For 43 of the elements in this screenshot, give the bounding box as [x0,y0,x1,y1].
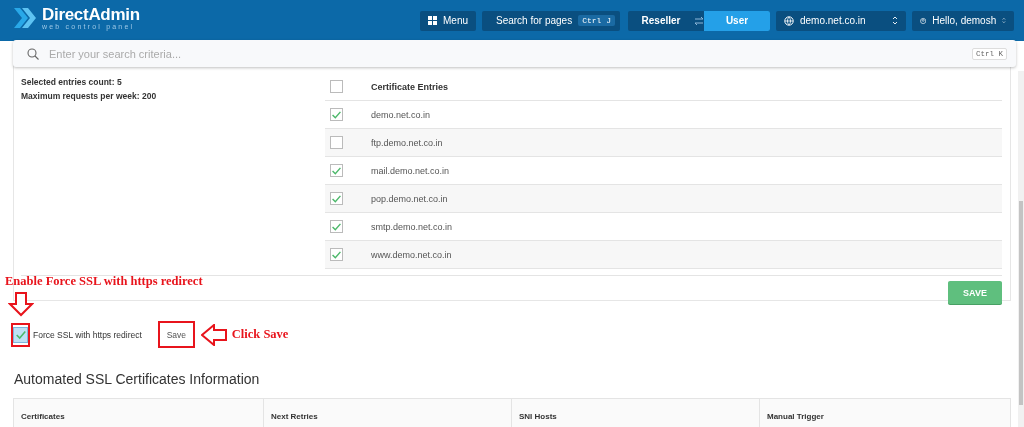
column-header: Certificates [20,411,66,423]
arrow-icon [8,292,34,317]
table-cell: smtp.demo.net.co.in [371,221,453,232]
globe-icon [784,15,794,26]
user-menu[interactable]: Hello, demosh [912,10,1014,31]
save-button[interactable]: Save [166,329,186,340]
column-header: Manual Trigger [759,399,1010,427]
search-field[interactable]: Enter your search criteria... [49,47,962,60]
annotation-text: Click Save [231,327,289,342]
sort-icon [892,16,898,25]
section-title: Automated SSL Certificates Information [14,371,261,387]
checkbox[interactable] [330,108,343,121]
column-header: Next Retries [263,399,511,427]
swap-icon [694,16,704,25]
table-cell: demo.net.co.in [371,109,431,120]
annotation-text: Enable Force SSL with https redirect [5,274,203,290]
menu-button[interactable]: Menu [420,10,476,31]
user-icon [920,15,927,26]
level-tab[interactable]: Reseller [628,10,694,31]
checkbox-label: Force SSL with https redirect [33,329,142,340]
checkbox[interactable] [330,164,343,177]
checkbox[interactable] [13,326,28,343]
logo-title: DirectAdmin [42,5,140,23]
table-cell: pop.demo.net.co.in [371,193,448,204]
checkbox[interactable] [330,136,343,149]
shortcut-hint: Ctrl J [578,15,615,26]
column-header: SNI Hosts [511,399,759,427]
table-cell: ftp.demo.net.co.in [371,137,443,148]
checkbox[interactable] [330,248,343,261]
table-cell: www.demo.net.co.in [371,249,452,260]
arrow-icon [200,323,227,346]
page-search-button[interactable]: Search for pages Ctrl J [482,10,620,31]
info-text: Selected entries count: 5 [21,76,123,89]
domain-select[interactable]: demo.net.co.in [776,10,906,31]
info-text: Maximum requests per week: 200 [21,90,158,103]
checkbox[interactable] [330,220,343,233]
grid-icon [428,16,437,25]
checkbox[interactable] [330,192,343,205]
sort-icon [1002,16,1006,25]
search-icon [27,47,39,60]
table-cell: mail.demo.net.co.in [371,165,450,176]
column-header: Certificate Entries [371,81,449,92]
checkbox[interactable] [330,80,343,93]
